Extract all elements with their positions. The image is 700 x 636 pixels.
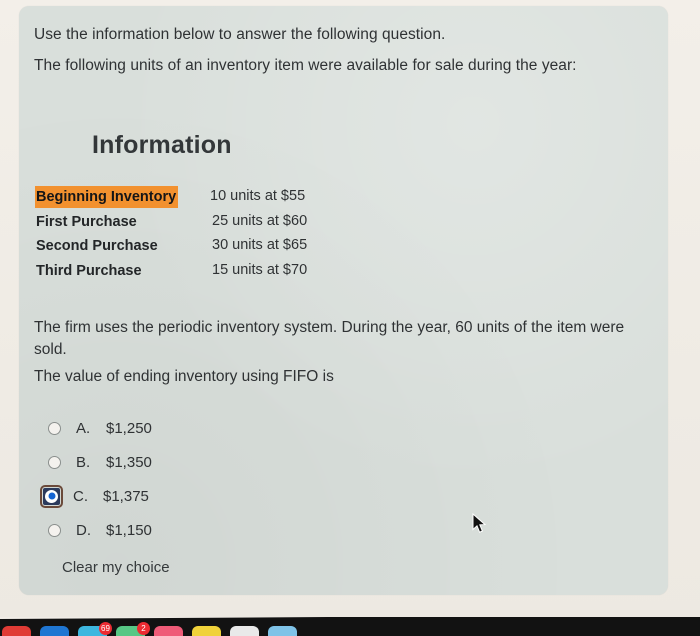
inventory-label-third-purchase: Third Purchase: [36, 262, 142, 279]
table-row: Second Purchase 30 units at $65: [35, 233, 335, 258]
radio-wrap-a: [43, 420, 63, 437]
dock-app-icon-blue[interactable]: [40, 626, 69, 636]
device-dock-strip: 69 2: [0, 617, 700, 636]
inventory-label-second-purchase: Second Purchase: [36, 238, 158, 254]
answer-options-group: A. $1,250 B. $1,350 C. $1,375 D. $1,150: [40, 411, 343, 547]
answer-option-a[interactable]: A. $1,250: [43, 411, 343, 445]
intro-line-2: The following units of an inventory item…: [34, 57, 577, 74]
body-paragraph: The firm uses the periodic inventory sys…: [34, 319, 625, 358]
information-heading: Information: [92, 131, 232, 159]
dock-icon-list: 69 2: [0, 622, 297, 636]
inventory-label-first-purchase: First Purchase: [36, 213, 137, 230]
dock-app-icon-white[interactable]: [230, 626, 259, 636]
answer-text-b: $1,350: [106, 453, 152, 471]
radio-wrap-b: [43, 454, 63, 471]
inventory-value-third-purchase: 15 units at $70: [212, 261, 308, 278]
radio-wrap-d: [43, 522, 63, 539]
intro-line-1: Use the information below to answer the …: [34, 26, 446, 43]
dock-app-icon-cyan[interactable]: 69: [78, 622, 112, 636]
table-row: Third Purchase 15 units at $70: [35, 258, 335, 283]
answer-text-a: $1,250: [106, 419, 152, 437]
answer-option-d[interactable]: D. $1,150: [43, 513, 343, 547]
radio-button-icon-b[interactable]: [48, 455, 61, 469]
inventory-value-first-purchase: 25 units at $60: [212, 212, 308, 229]
radio-button-icon-a[interactable]: [48, 421, 61, 435]
inventory-table: Beginning Inventory 10 units at $55 Firs…: [35, 184, 335, 282]
photo-frame: Use the information below to answer the …: [0, 0, 700, 636]
dock-app-icon-green[interactable]: 2: [116, 622, 150, 636]
answer-option-b[interactable]: B. $1,350: [43, 445, 343, 479]
radio-button-icon-d[interactable]: [48, 523, 61, 537]
radio-button-icon-c-selected[interactable]: [45, 489, 58, 503]
answer-text-d: $1,150: [106, 521, 152, 539]
dock-badge-cyan: 69: [99, 622, 112, 635]
dock-app-icon-pink[interactable]: [154, 626, 183, 636]
table-row: Beginning Inventory 10 units at $55: [35, 184, 335, 209]
answer-letter-a: A.: [76, 419, 91, 437]
inventory-value-second-purchase: 30 units at $65: [212, 237, 308, 253]
clear-my-choice-button[interactable]: Clear my choice: [62, 559, 170, 576]
dock-app-icon-red[interactable]: [2, 626, 31, 636]
table-row: First Purchase 25 units at $60: [35, 209, 335, 234]
radio-wrap-c: [40, 484, 63, 508]
inventory-value-beginning: 10 units at $55: [210, 188, 306, 204]
answer-text-c: $1,375: [103, 487, 149, 505]
dock-app-icon-lightblue[interactable]: [268, 626, 297, 636]
question-prompt: The value of ending inventory using FIFO…: [34, 368, 334, 385]
answer-letter-c: C.: [73, 487, 88, 505]
answer-letter-d: D.: [76, 521, 91, 539]
quiz-content-card: Use the information below to answer the …: [19, 6, 668, 595]
inventory-label-beginning: Beginning Inventory: [35, 186, 179, 208]
answer-letter-b: B.: [76, 453, 91, 471]
answer-option-c[interactable]: C. $1,375: [40, 479, 343, 513]
dock-badge-green: 2: [137, 622, 150, 635]
dock-app-icon-yellow[interactable]: [192, 626, 221, 636]
